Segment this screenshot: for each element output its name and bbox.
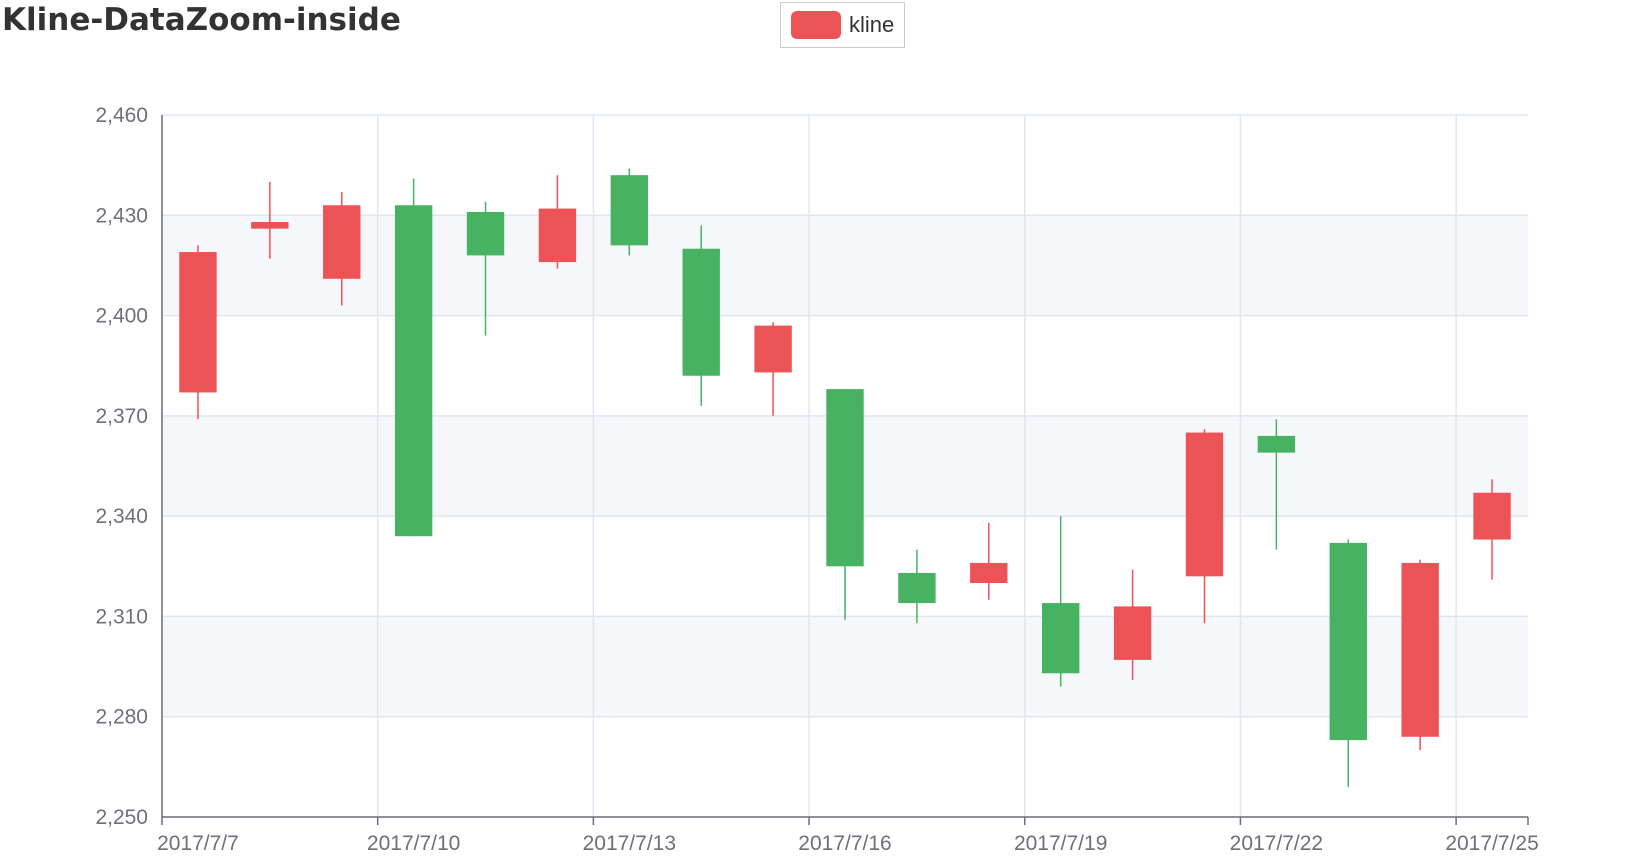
candle-body <box>682 248 720 376</box>
candle[interactable] <box>1329 539 1367 787</box>
candle-body <box>251 221 289 229</box>
x-tick-label: 2017/7/13 <box>583 832 676 855</box>
candle-body <box>394 205 433 537</box>
candle[interactable] <box>179 245 217 420</box>
candle-body <box>754 325 792 373</box>
x-tick-label: 2017/7/7 <box>157 832 239 855</box>
candle-body <box>1401 562 1439 737</box>
candle-body <box>1473 492 1511 540</box>
candle-body <box>1185 432 1224 577</box>
y-tick-label: 2,370 <box>95 405 148 428</box>
y-axis-tick-labels: 2,250 2,280 2,310 2,340 2,370 2,400 2,430 2,460 <box>95 104 148 829</box>
candle-body <box>1329 542 1367 741</box>
candle[interactable] <box>1401 559 1439 751</box>
candle-body <box>1041 603 1080 674</box>
candle[interactable] <box>1185 429 1224 624</box>
y-tick-label: 2,460 <box>95 104 148 127</box>
candle-body <box>538 208 577 263</box>
candle-body <box>898 572 936 604</box>
y-tick-label: 2,310 <box>95 605 148 628</box>
x-tick-label: 2017/7/10 <box>367 832 460 855</box>
x-axis-tick-labels: 2017/7/7 2017/7/10 2017/7/13 2017/7/16 2017/… <box>157 832 1539 855</box>
grid-band <box>162 616 1528 717</box>
x-tick-label: 2017/7/16 <box>798 832 891 855</box>
candle-body <box>466 211 505 256</box>
y-tick-label: 2,400 <box>95 305 148 328</box>
y-tick-label: 2,280 <box>95 706 148 729</box>
candle[interactable] <box>898 549 936 624</box>
candle-body <box>323 205 361 279</box>
candle-body <box>970 562 1008 583</box>
candlestick-chart[interactable]: 2,250 2,280 2,310 2,340 2,370 2,400 2,430 2,460… <box>0 0 1633 859</box>
candle[interactable] <box>1473 479 1511 580</box>
candle-body <box>1257 435 1296 453</box>
candle[interactable] <box>610 168 649 256</box>
candle[interactable] <box>970 522 1008 600</box>
candle-body <box>610 175 649 246</box>
candle[interactable] <box>826 389 864 620</box>
candle[interactable] <box>754 322 792 416</box>
grid-band <box>162 215 1528 316</box>
candle[interactable] <box>1041 516 1080 687</box>
y-tick-label: 2,430 <box>95 204 148 227</box>
candle-body <box>179 252 217 393</box>
y-tick-label: 2,250 <box>95 806 148 829</box>
candle[interactable] <box>682 225 720 406</box>
candle[interactable] <box>394 178 433 537</box>
candle-body <box>826 389 864 567</box>
x-tick-label: 2017/7/19 <box>1014 832 1107 855</box>
y-tick-label: 2,340 <box>95 505 148 528</box>
x-tick-label: 2017/7/22 <box>1230 832 1323 855</box>
candle[interactable] <box>538 175 577 269</box>
candle-body <box>1113 606 1152 660</box>
x-tick-label: 2017/7/25 <box>1445 832 1538 855</box>
